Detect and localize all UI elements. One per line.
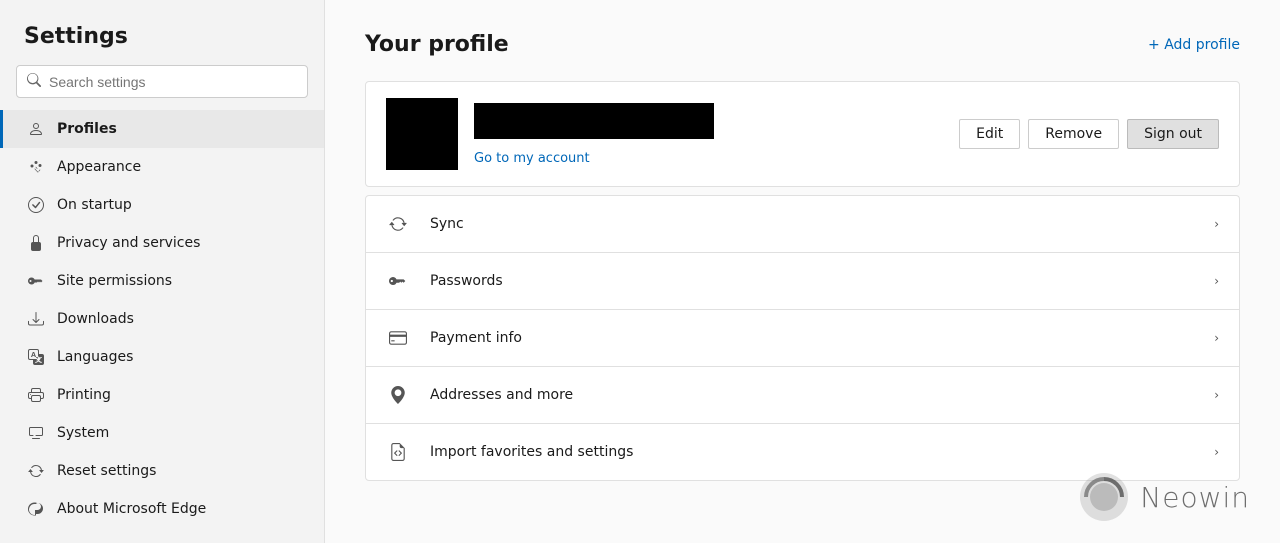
sidebar-item-site-permissions[interactable]: Site permissions: [0, 262, 324, 300]
on-startup-icon: [27, 196, 45, 214]
sidebar-nav: Profiles Appearance On startup: [0, 110, 324, 528]
neowin-watermark: Neowin: [1078, 471, 1250, 523]
sidebar-item-languages[interactable]: Languages: [0, 338, 324, 376]
passwords-icon: [386, 269, 410, 293]
about-label: About Microsoft Edge: [57, 501, 206, 517]
on-startup-label: On startup: [57, 197, 132, 213]
sync-icon: [386, 212, 410, 236]
downloads-icon: [27, 310, 45, 328]
neowin-logo-icon: [1078, 471, 1130, 523]
edge-icon: [27, 500, 45, 518]
sidebar-item-privacy[interactable]: Privacy and services: [0, 224, 324, 262]
profile-card: Go to my account Edit Remove Sign out: [365, 81, 1240, 187]
sidebar-item-system[interactable]: System: [0, 414, 324, 452]
printing-label: Printing: [57, 387, 111, 403]
downloads-label: Downloads: [57, 311, 134, 327]
profile-menu-list: Sync › Passwords › Payment info ›: [365, 195, 1240, 481]
import-icon: [386, 440, 410, 464]
profile-actions: Edit Remove Sign out: [959, 119, 1219, 149]
profile-info: Go to my account: [474, 103, 943, 166]
settings-title: Settings: [0, 0, 324, 65]
page-title: Your profile: [365, 32, 509, 57]
add-profile-label: + Add profile: [1148, 37, 1240, 53]
sidebar-item-printing[interactable]: Printing: [0, 376, 324, 414]
addresses-label: Addresses and more: [430, 387, 1194, 403]
avatar: [386, 98, 458, 170]
system-icon: [27, 424, 45, 442]
payment-icon: [386, 326, 410, 350]
menu-item-payment[interactable]: Payment info ›: [365, 309, 1240, 366]
sidebar-item-about[interactable]: About Microsoft Edge: [0, 490, 324, 528]
privacy-icon: [27, 234, 45, 252]
site-permissions-icon: [27, 272, 45, 290]
search-icon: [27, 72, 41, 91]
menu-item-addresses[interactable]: Addresses and more ›: [365, 366, 1240, 423]
go-to-account-link[interactable]: Go to my account: [474, 151, 590, 166]
main-content: Your profile + Add profile Go to my acco…: [325, 0, 1280, 543]
page-header: Your profile + Add profile: [365, 32, 1240, 57]
appearance-label: Appearance: [57, 159, 141, 175]
sign-out-button[interactable]: Sign out: [1127, 119, 1219, 149]
addresses-arrow-icon: ›: [1214, 388, 1219, 402]
profile-name-redacted: [474, 103, 714, 139]
payment-arrow-icon: ›: [1214, 331, 1219, 345]
menu-item-passwords[interactable]: Passwords ›: [365, 252, 1240, 309]
sidebar-item-profiles[interactable]: Profiles: [0, 110, 324, 148]
appearance-icon: [27, 158, 45, 176]
search-box[interactable]: [16, 65, 308, 98]
languages-label: Languages: [57, 349, 133, 365]
import-arrow-icon: ›: [1214, 445, 1219, 459]
passwords-arrow-icon: ›: [1214, 274, 1219, 288]
addresses-icon: [386, 383, 410, 407]
printing-icon: [27, 386, 45, 404]
reset-icon: [27, 462, 45, 480]
menu-item-sync[interactable]: Sync ›: [365, 195, 1240, 252]
remove-button[interactable]: Remove: [1028, 119, 1119, 149]
sidebar: Settings Profiles Appearance: [0, 0, 325, 543]
payment-label: Payment info: [430, 330, 1194, 346]
privacy-label: Privacy and services: [57, 235, 200, 251]
profiles-label: Profiles: [57, 121, 117, 137]
sidebar-item-reset[interactable]: Reset settings: [0, 452, 324, 490]
add-profile-button[interactable]: + Add profile: [1148, 37, 1240, 53]
neowin-text: Neowin: [1140, 481, 1250, 514]
system-label: System: [57, 425, 109, 441]
site-permissions-label: Site permissions: [57, 273, 172, 289]
search-input[interactable]: [49, 74, 297, 90]
sidebar-item-appearance[interactable]: Appearance: [0, 148, 324, 186]
languages-icon: [27, 348, 45, 366]
profiles-icon: [27, 120, 45, 138]
sync-arrow-icon: ›: [1214, 217, 1219, 231]
sync-label: Sync: [430, 216, 1194, 232]
sidebar-item-downloads[interactable]: Downloads: [0, 300, 324, 338]
reset-label: Reset settings: [57, 463, 156, 479]
passwords-label: Passwords: [430, 273, 1194, 289]
import-label: Import favorites and settings: [430, 444, 1194, 460]
sidebar-item-on-startup[interactable]: On startup: [0, 186, 324, 224]
edit-button[interactable]: Edit: [959, 119, 1020, 149]
